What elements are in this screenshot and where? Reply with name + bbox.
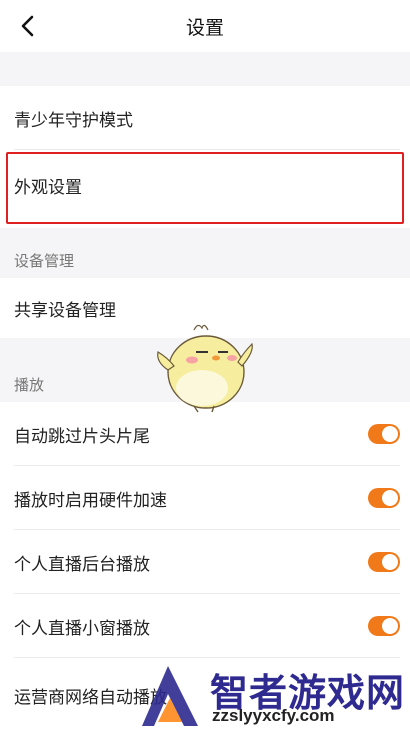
live-pip-toggle[interactable] (368, 616, 400, 636)
section-label: 播放 (14, 377, 45, 394)
highlight-box (6, 152, 404, 224)
row-label: 青少年守护模式 (14, 110, 133, 130)
row-label: 共享设备管理 (14, 300, 116, 320)
hw-accel-toggle[interactable] (368, 488, 400, 508)
settings-row-live-background[interactable]: 个人直播后台播放 (0, 530, 410, 594)
watermark-logo-icon (142, 666, 198, 726)
settings-row-live-pip[interactable]: 个人直播小窗播放 (0, 594, 410, 658)
skip-intro-toggle[interactable] (368, 424, 400, 444)
chick-mascot-icon (157, 324, 253, 413)
row-label: 播放时启用硬件加速 (14, 490, 167, 510)
watermark-url: zzslyyxcfy.com (212, 706, 335, 725)
page-title: 设置 (185, 17, 224, 39)
settings-row-youth-mode[interactable]: 青少年守护模式 (0, 86, 410, 150)
watermark: 智者游戏网 zzslyyxcfy.com (140, 664, 410, 732)
row-label: 自动跳过片头片尾 (14, 426, 150, 446)
section-gap (0, 52, 410, 86)
chevron-left-icon (21, 15, 34, 37)
row-label: 个人直播小窗播放 (14, 618, 150, 638)
section-label: 设备管理 (14, 253, 75, 270)
settings-row-hw-accel[interactable]: 播放时启用硬件加速 (0, 466, 410, 530)
top-bar: 设置 (0, 0, 410, 52)
section-header-device: 设备管理 (0, 228, 410, 278)
back-button[interactable] (14, 12, 42, 40)
row-label: 个人直播后台播放 (14, 554, 150, 574)
live-background-toggle[interactable] (368, 552, 400, 572)
